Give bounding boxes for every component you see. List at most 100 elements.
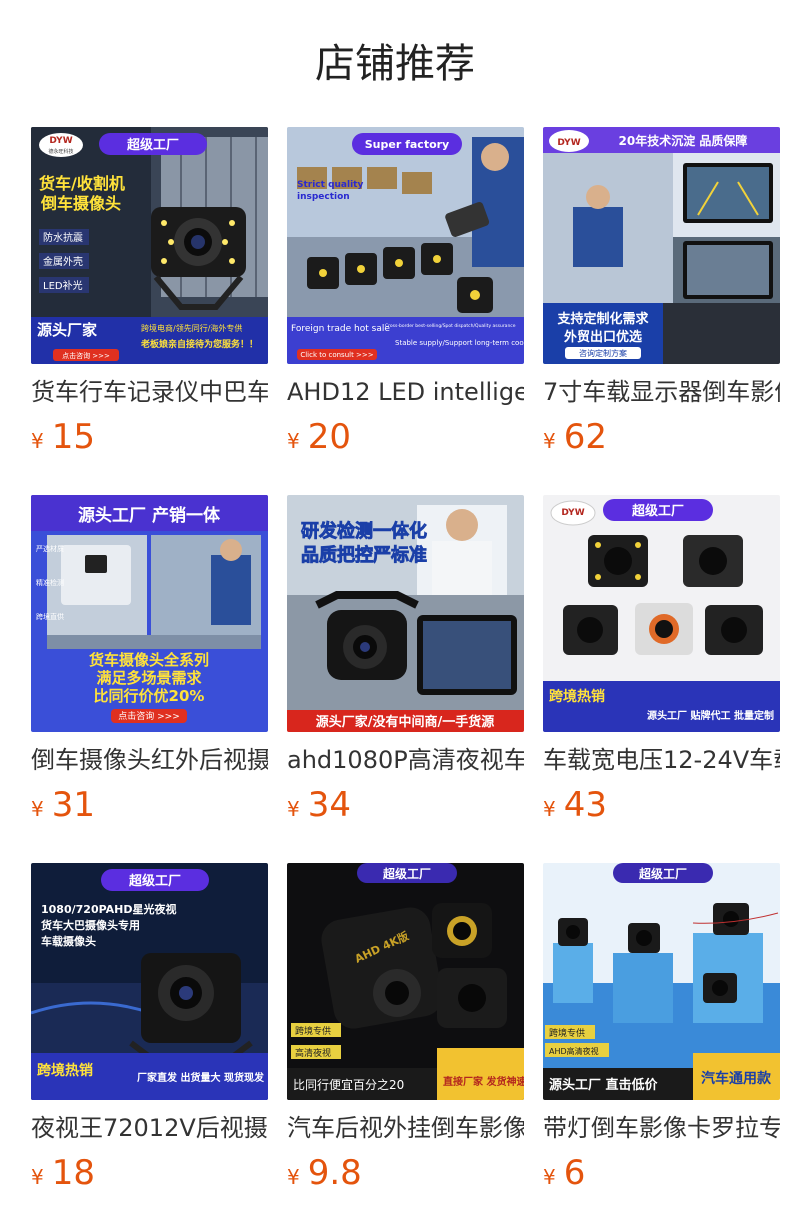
product-image[interactable]: Super factory Strict quality inspection …: [287, 127, 524, 364]
product-image[interactable]: 源头工厂 产销一体 严选材质 精准检测 跨境直供 货车摄像头全系列 满足多场景需…: [31, 495, 268, 732]
price-value: 43: [563, 785, 607, 825]
currency-symbol: ¥: [287, 1165, 300, 1189]
banner-text: 源头厂家/没有中间商/一手货源: [316, 714, 495, 730]
product-name[interactable]: 车载宽电压12-24V车载: [543, 743, 780, 777]
badge-text: 超级工厂: [632, 503, 684, 519]
product-price: ¥20: [287, 416, 351, 458]
footer-text: Stable supply/Support long-term cooperat…: [395, 339, 524, 347]
footer-text: 汽车通用款: [701, 1070, 772, 1087]
currency-symbol: ¥: [31, 1165, 44, 1189]
banner-text: 源头厂家: [37, 321, 97, 339]
currency-symbol: ¥: [31, 797, 44, 821]
cta-text: Click to consult >>>: [300, 351, 373, 359]
product-image[interactable]: 超级工厂 跨境专供 AHD高清夜视 源头工厂 直击低价 汽车通用款: [543, 863, 780, 1100]
product-name[interactable]: 货车行车记录仪中巴车大巴: [31, 375, 268, 409]
product-name[interactable]: ahd1080P高清夜视车载: [287, 743, 524, 777]
tag-text: AHD高清夜视: [549, 1046, 599, 1056]
product-card[interactable]: 超级工厂 DYW 跨境热销 源头工厂 贴牌代工 批量定制 车载宽电压12-24V…: [543, 495, 780, 825]
product-card[interactable]: 超级工厂 跨境专供 AHD高清夜视 源头工厂 直击低价 汽车通用款 带灯倒车影像…: [543, 863, 780, 1193]
banner-sub-text: 外贸出口优选: [563, 329, 642, 345]
banner-sub-text: Cross-border best-selling/Spot dispatch/…: [385, 323, 516, 329]
banner-text: 支持定制化需求: [556, 311, 649, 327]
cta-text: 点击咨询 >>>: [62, 351, 110, 360]
tag-text: 高清夜视: [295, 1047, 331, 1059]
banner-text: 跨境热销: [549, 688, 605, 705]
page-title: 店铺推荐: [315, 41, 475, 87]
tag-text: 跨境专供: [549, 1027, 585, 1039]
product-price: ¥9.8: [287, 1152, 362, 1194]
badge-text: 超级工厂: [382, 866, 431, 881]
badge-text: 超级工厂: [638, 866, 687, 881]
banner-sub-text: 厂家直发 出货量大 现货现发: [137, 1071, 265, 1084]
product-image[interactable]: 超级工厂 AHD 4K版 跨境专供 高清夜视 比同行便宜百分之20 直接厂家 发…: [287, 863, 524, 1100]
cta-text: 点击咨询 >>>: [118, 710, 179, 722]
headline-text: 1080/720PAHD星光夜视: [41, 902, 177, 916]
tag-text: 金属外壳: [43, 255, 83, 268]
currency-symbol: ¥: [287, 797, 300, 821]
product-card[interactable]: 超级工厂 1080/720PAHD星光夜视 货车大巴摄像头专用 车载摄像头 跨境…: [31, 863, 268, 1193]
product-name[interactable]: 7寸车载显示器倒车影像: [543, 375, 780, 409]
side-tag-text: 精准检测: [36, 578, 64, 587]
footer-text: 老板娘亲自接待为您服务！！: [140, 338, 258, 350]
price-value: 9.8: [307, 1153, 362, 1193]
banner-text: 比同行便宜百分之20: [293, 1077, 404, 1092]
banner-sub-text: 源头工厂 贴牌代工 批量定制: [647, 709, 774, 722]
headline-text: 货车/收割机: [39, 174, 125, 193]
product-price: ¥62: [543, 416, 607, 458]
price-value: 34: [307, 785, 351, 825]
banner-text: 源头工厂 直击低价: [549, 1077, 659, 1093]
logo-text: DYW: [561, 508, 584, 518]
product-image[interactable]: 超级工厂 1080/720PAHD星光夜视 货车大巴摄像头专用 车载摄像头 跨境…: [31, 863, 268, 1100]
currency-symbol: ¥: [31, 429, 44, 453]
headline2-text: inspection: [297, 192, 350, 202]
headline2-text: 货车大巴摄像头专用: [40, 918, 140, 932]
badge-text: 20年技术沉淀 品质保障: [619, 133, 748, 148]
headline-text: 源头工厂 产销一体: [78, 505, 221, 526]
product-card[interactable]: 研发检测一体化 品质把控严标准 源头厂家/没有中间商/一手货源 ahd1080P…: [287, 495, 524, 825]
currency-symbol: ¥: [543, 1165, 556, 1189]
banner-sub-text: 跨境电商/领先同行/海外专供: [141, 323, 242, 333]
tag-text: 跨境专供: [295, 1025, 331, 1037]
logo-sub-text: 德永旺科技: [48, 148, 73, 155]
product-image[interactable]: 20年技术沉淀 品质保障 DYW 支持定制化需求 外贸出口优选 咨询定制方案: [543, 127, 780, 364]
footer-text: 比同行价优20%: [94, 687, 205, 705]
product-card[interactable]: Super factory Strict quality inspection …: [287, 127, 524, 457]
side-tag-text: 严选材质: [36, 544, 64, 553]
badge-text: 超级工厂: [127, 137, 179, 153]
price-value: 31: [51, 785, 95, 825]
price-value: 20: [307, 417, 351, 457]
product-name[interactable]: 倒车摄像头红外后视摄像头: [31, 743, 268, 777]
currency-symbol: ¥: [287, 429, 300, 453]
product-card[interactable]: 超级工厂 DYW 德永旺科技 货车/收割机 倒车摄像头 防水抗震 金属外壳 LE…: [31, 127, 268, 457]
product-price: ¥43: [543, 784, 607, 826]
banner-sub-text: 满足多场景需求: [96, 669, 202, 687]
price-value: 18: [51, 1153, 95, 1193]
badge-text: 超级工厂: [129, 873, 181, 889]
product-image[interactable]: 研发检测一体化 品质把控严标准 源头厂家/没有中间商/一手货源: [287, 495, 524, 732]
product-name[interactable]: 汽车后视外挂倒车影像摄像头: [287, 1111, 524, 1145]
banner-text: 跨境热销: [37, 1062, 93, 1079]
product-image[interactable]: 超级工厂 DYW 跨境热销 源头工厂 贴牌代工 批量定制: [543, 495, 780, 732]
logo-text: DYW: [49, 136, 72, 146]
product-image[interactable]: 超级工厂 DYW 德永旺科技 货车/收割机 倒车摄像头 防水抗震 金属外壳 LE…: [31, 127, 268, 364]
price-value: 15: [51, 417, 95, 457]
price-value: 62: [563, 417, 607, 457]
headline2-text: 品质把控严标准: [301, 544, 427, 566]
product-card[interactable]: 超级工厂 AHD 4K版 跨境专供 高清夜视 比同行便宜百分之20 直接厂家 发…: [287, 863, 524, 1193]
headline-text: Strict quality: [297, 180, 363, 190]
product-card[interactable]: 源头工厂 产销一体 严选材质 精准检测 跨境直供 货车摄像头全系列 满足多场景需…: [31, 495, 268, 825]
banner-text: Foreign trade hot sale: [291, 324, 390, 334]
product-price: ¥34: [287, 784, 351, 826]
product-name[interactable]: 带灯倒车影像卡罗拉专用: [543, 1111, 780, 1145]
headline-text: 研发检测一体化: [301, 520, 427, 542]
product-price: ¥6: [543, 1152, 585, 1194]
cta-text: 咨询定制方案: [579, 348, 627, 358]
product-card[interactable]: 20年技术沉淀 品质保障 DYW 支持定制化需求 外贸出口优选 咨询定制方案 7…: [543, 127, 780, 457]
badge-text: Super factory: [365, 138, 449, 151]
price-value: 6: [563, 1153, 586, 1193]
product-name[interactable]: 夜视王72012V后视摄像头: [31, 1111, 268, 1145]
headline3-text: 车载摄像头: [41, 934, 96, 948]
product-name[interactable]: AHD12 LED intelligent: [287, 375, 524, 409]
tag-text: LED补光: [43, 279, 83, 292]
product-price: ¥15: [31, 416, 95, 458]
